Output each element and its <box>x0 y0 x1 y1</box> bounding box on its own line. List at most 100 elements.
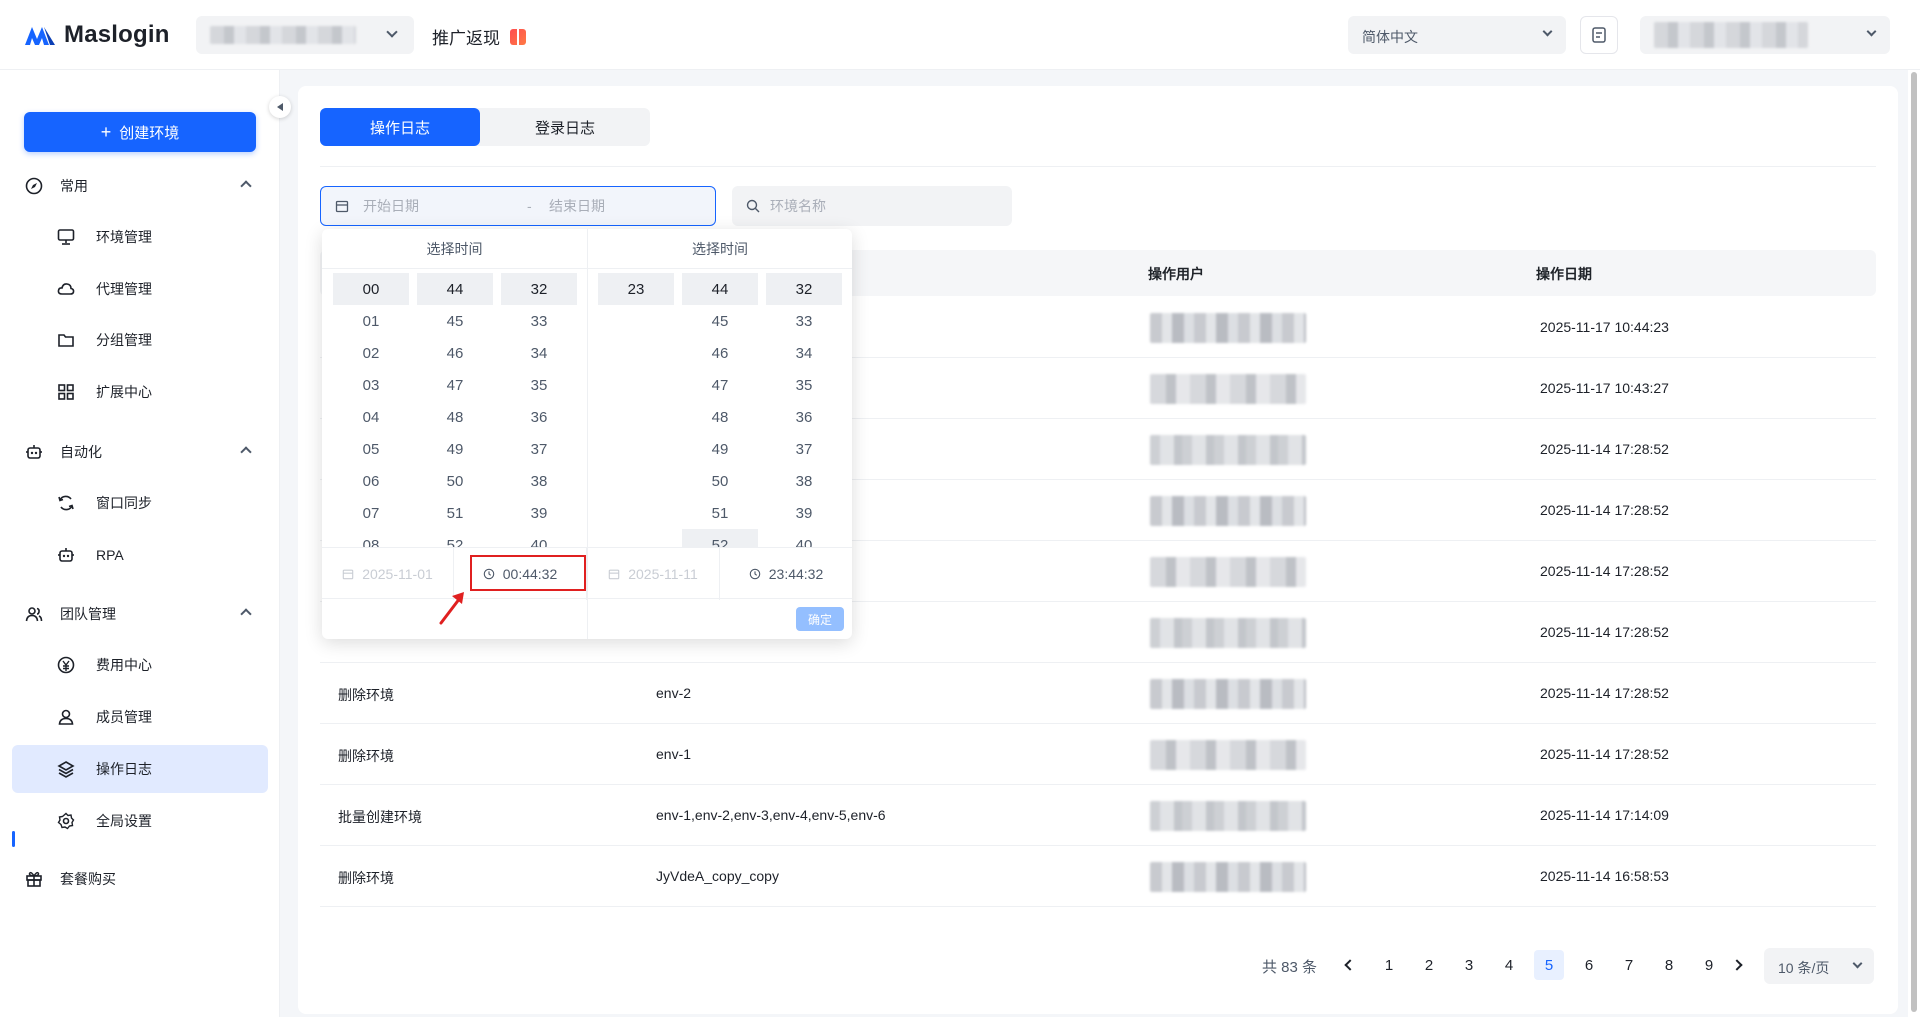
time-option[interactable]: 37 <box>766 433 842 465</box>
time-option[interactable]: 52 <box>417 529 493 548</box>
time-option[interactable]: 38 <box>501 465 577 497</box>
time-option[interactable]: 45 <box>417 305 493 337</box>
sidebar-item-proxies[interactable]: 代理管理 <box>12 265 268 313</box>
table-row[interactable]: 批量创建环境 env-1,env-2,env-3,env-4,env-5,env-… <box>320 785 1876 846</box>
time-option[interactable]: 36 <box>766 401 842 433</box>
tab-login-log[interactable]: 登录日志 <box>485 108 645 146</box>
time-option[interactable]: 50 <box>682 465 758 497</box>
environment-search[interactable]: 环境名称 <box>732 186 1012 226</box>
document-button[interactable] <box>1580 16 1618 54</box>
promo-link[interactable]: 推广返现 <box>432 24 526 49</box>
sidebar-item-settings[interactable]: 全局设置 <box>12 797 268 845</box>
time-option[interactable]: 38 <box>766 465 842 497</box>
time-option[interactable]: 52 <box>682 529 758 547</box>
time-option[interactable]: 48 <box>417 401 493 433</box>
page-number-button[interactable]: 7 <box>1614 950 1644 980</box>
page-number-button[interactable]: 8 <box>1654 950 1684 980</box>
time-option[interactable]: 04 <box>333 401 409 433</box>
end-date-input[interactable]: 结束日期 <box>549 196 605 216</box>
time-option[interactable]: 39 <box>501 497 577 529</box>
time-option[interactable]: 49 <box>682 433 758 465</box>
time-option[interactable]: 51 <box>682 497 758 529</box>
sidebar-item-groups[interactable]: 分组管理 <box>12 316 268 364</box>
next-page-button[interactable] <box>1724 950 1754 980</box>
time-option[interactable]: 37 <box>501 433 577 465</box>
time-option[interactable]: 36 <box>501 401 577 433</box>
time-option[interactable]: 06 <box>333 465 409 497</box>
time-option[interactable]: 00 <box>333 273 409 305</box>
time-option[interactable]: 03 <box>333 369 409 401</box>
time-option[interactable]: 50 <box>417 465 493 497</box>
time-option[interactable]: 40 <box>501 529 577 548</box>
end-time-display[interactable]: 23:44:32 <box>720 548 852 600</box>
confirm-button[interactable]: 确定 <box>796 607 844 631</box>
page-number-button[interactable]: 9 <box>1694 950 1724 980</box>
hour-column[interactable]: 00 01 02 03 04 05 06 07 08 <box>333 273 409 547</box>
hour-column[interactable]: 23 <box>598 273 674 305</box>
brand-logo[interactable]: Maslogin <box>24 20 170 50</box>
workspace-select[interactable] <box>196 16 414 54</box>
sidebar-item-billing[interactable]: 费用中心 <box>12 641 268 689</box>
sidebar-item-members[interactable]: 成员管理 <box>12 693 268 741</box>
table-row[interactable]: 删除环境 JyVdeA_copy_copy 2025-11-14 16:58:53 <box>320 846 1876 907</box>
time-option[interactable]: 33 <box>501 305 577 337</box>
time-option[interactable]: 02 <box>333 337 409 369</box>
time-option[interactable]: 44 <box>682 273 758 305</box>
time-option[interactable]: 35 <box>501 369 577 401</box>
table-row[interactable]: 删除环境 env-1 2025-11-14 17:28:52 <box>320 724 1876 785</box>
time-option[interactable]: 32 <box>766 273 842 305</box>
language-select[interactable]: 简体中文 <box>1348 16 1566 54</box>
time-option[interactable]: 34 <box>501 337 577 369</box>
page-number-button[interactable]: 3 <box>1454 950 1484 980</box>
sidebar-item-environments[interactable]: 环境管理 <box>12 213 268 261</box>
scrollbar-thumb[interactable] <box>1911 72 1917 1012</box>
page-number-button[interactable]: 1 <box>1374 950 1404 980</box>
search-input[interactable]: 环境名称 <box>770 196 826 216</box>
user-account-select[interactable] <box>1640 16 1890 54</box>
time-option[interactable]: 47 <box>682 369 758 401</box>
sidebar-item-window-sync[interactable]: 窗口同步 <box>12 479 268 527</box>
tab-operation-log[interactable]: 操作日志 <box>320 108 480 146</box>
time-option[interactable]: 49 <box>417 433 493 465</box>
page-number-button[interactable]: 6 <box>1574 950 1604 980</box>
second-column[interactable]: 32 33 34 35 36 37 38 39 40 <box>501 273 577 547</box>
page-number-button[interactable]: 2 <box>1414 950 1444 980</box>
create-environment-button[interactable]: + 创建环境 <box>24 112 256 152</box>
minute-column[interactable]: 44 45 46 47 48 49 50 51 52 <box>417 273 493 547</box>
time-option[interactable]: 39 <box>766 497 842 529</box>
page-size-select[interactable]: 10 条/页 <box>1764 948 1874 984</box>
time-option[interactable]: 07 <box>333 497 409 529</box>
page-number-button[interactable]: 4 <box>1494 950 1524 980</box>
time-option[interactable]: 05 <box>333 433 409 465</box>
prev-page-button[interactable] <box>1334 950 1364 980</box>
time-option[interactable]: 46 <box>417 337 493 369</box>
time-option[interactable]: 32 <box>501 273 577 305</box>
start-date-input[interactable]: 开始日期 <box>363 196 527 216</box>
time-option[interactable]: 46 <box>682 337 758 369</box>
nav-group-common[interactable]: 常用 <box>24 172 256 200</box>
time-option[interactable]: 23 <box>598 273 674 305</box>
page-number-button[interactable]: 5 <box>1534 950 1564 980</box>
sidebar-item-operation-log[interactable]: 操作日志 <box>12 745 268 793</box>
table-row[interactable]: 删除环境 env-2 2025-11-14 17:28:52 <box>320 663 1876 724</box>
time-option[interactable]: 40 <box>766 529 842 548</box>
time-option[interactable]: 01 <box>333 305 409 337</box>
start-date-display[interactable]: 2025-11-01 <box>322 548 454 600</box>
time-option[interactable]: 33 <box>766 305 842 337</box>
nav-group-team[interactable]: 团队管理 <box>24 600 256 628</box>
time-option[interactable]: 34 <box>766 337 842 369</box>
sidebar-item-rpa[interactable]: RPA <box>12 531 268 579</box>
minute-column[interactable]: 44 45 46 47 48 49 50 51 52 <box>682 273 758 547</box>
time-option[interactable]: 35 <box>766 369 842 401</box>
time-option[interactable]: 08 <box>333 529 409 548</box>
end-date-display[interactable]: 2025-11-11 <box>587 548 720 600</box>
time-option[interactable]: 44 <box>417 273 493 305</box>
sidebar-collapse-button[interactable] <box>269 96 291 118</box>
time-option[interactable]: 47 <box>417 369 493 401</box>
sidebar-item-extensions[interactable]: 扩展中心 <box>12 368 268 416</box>
date-range-picker[interactable]: 开始日期 - 结束日期 <box>320 186 716 226</box>
time-option[interactable]: 51 <box>417 497 493 529</box>
second-column[interactable]: 32 33 34 35 36 37 38 39 40 <box>766 273 842 547</box>
time-option[interactable]: 48 <box>682 401 758 433</box>
nav-group-automation[interactable]: 自动化 <box>24 438 256 466</box>
